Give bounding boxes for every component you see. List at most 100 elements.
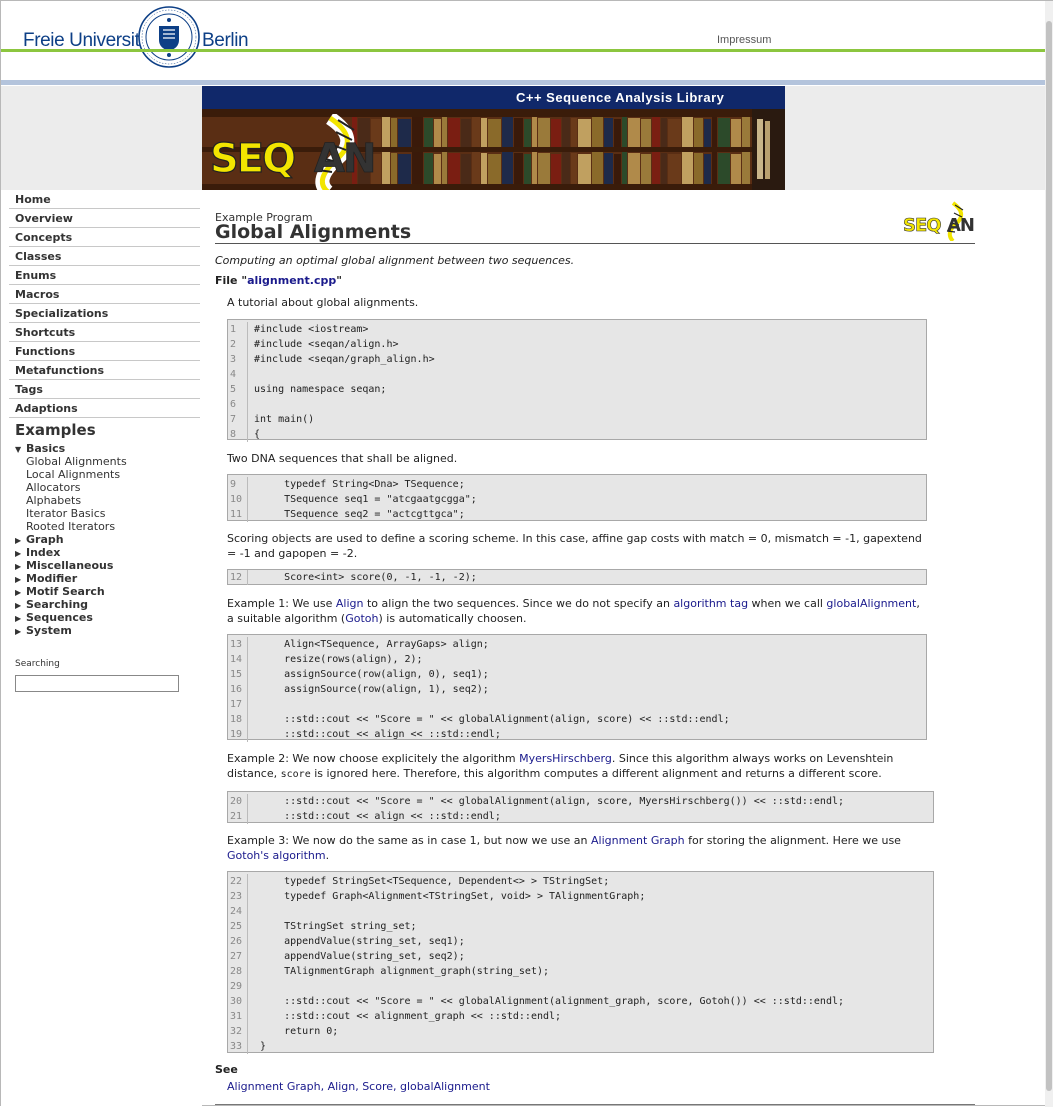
code-line: 16 assignSource(row(align, 1), seq2); [228, 682, 926, 697]
myers-hirschberg-link[interactable]: MyersHirschberg [519, 752, 612, 765]
code-line: 33 } [228, 1039, 933, 1054]
code-line: 23 typedef Graph<Alignment<TStringSet, v… [228, 889, 933, 904]
tree-group-motif-search[interactable]: ▶ Motif Search [15, 585, 200, 598]
code-line: 10 TSequence seq1 = "atcgaatgcgga"; [228, 492, 926, 507]
code-text: { [254, 429, 261, 440]
header-green-rule [1, 49, 1052, 52]
see-link-align[interactable]: Align [328, 1080, 356, 1093]
code-line: 9 typedef String<Dna> TSequence; [228, 477, 926, 492]
code-text: #include <seqan/graph_align.h> [254, 354, 435, 365]
code-text: TStringSet string_set; [254, 921, 417, 932]
banner-title-bar: C++ Sequence Analysis Library [202, 86, 785, 109]
align-link[interactable]: Align [336, 597, 364, 610]
nav-item-specializations[interactable]: Specializations [9, 304, 200, 323]
see-link-alignment-graph[interactable]: Alignment Graph [227, 1080, 321, 1093]
line-number: 7 [228, 412, 248, 427]
code-line: 28 TAlignmentGraph alignment_graph(strin… [228, 964, 933, 979]
tree-group-system[interactable]: ▶ System [15, 624, 200, 637]
code-text: ::std::cout << align << ::std::endl; [254, 811, 501, 822]
link-separator: , [320, 1080, 328, 1093]
code-text: ::std::cout << "Score = " << globalAlign… [254, 996, 845, 1007]
svg-text:SEQ: SEQ [210, 136, 294, 182]
example1-text-e: ) is automatically choosen. [378, 612, 527, 625]
search-input[interactable] [15, 675, 179, 692]
nav-item-macros[interactable]: Macros [9, 285, 200, 304]
line-number: 25 [228, 919, 248, 934]
example1-text-c: when we call [748, 597, 827, 610]
algorithm-tag-link[interactable]: algorithm tag [673, 597, 748, 610]
bottom-rule [215, 1104, 975, 1105]
line-number: 1 [228, 322, 248, 337]
tree-item-global-alignments[interactable]: Global Alignments [15, 455, 200, 468]
nav-item-metafunctions[interactable]: Metafunctions [9, 361, 200, 380]
line-number: 32 [228, 1024, 248, 1039]
gotoh-link[interactable]: Gotoh [345, 612, 378, 625]
file-link[interactable]: alignment.cpp [247, 274, 336, 287]
banner-title: C++ Sequence Analysis Library [516, 90, 725, 105]
example3-text-c: . [325, 849, 330, 862]
code-text: appendValue(string_set, seq2); [254, 951, 465, 962]
title-rule [215, 243, 975, 244]
nav-item-enums[interactable]: Enums [9, 266, 200, 285]
nav-item-shortcuts[interactable]: Shortcuts [9, 323, 200, 342]
see-link-score[interactable]: Score [362, 1080, 393, 1093]
code-line: 20 ::std::cout << "Score = " << globalAl… [228, 794, 933, 809]
line-number: 16 [228, 682, 248, 697]
code-text: int main() [254, 414, 315, 425]
tree-item-local-alignments[interactable]: Local Alignments [15, 468, 200, 481]
nav-item-tags[interactable]: Tags [9, 380, 200, 399]
see-links: Alignment Graph, Align, Score, globalAli… [227, 1080, 490, 1093]
code-line: 2 #include <seqan/align.h> [228, 337, 926, 352]
code-line: 13 Align<TSequence, ArrayGaps> align; [228, 637, 926, 652]
tree-item-rooted-iterators[interactable]: Rooted Iterators [15, 520, 200, 533]
tree-item-alphabets[interactable]: Alphabets [15, 494, 200, 507]
code-text: return 0; [254, 1026, 339, 1037]
line-number: 20 [228, 794, 248, 809]
tree-group-label: Graph [26, 533, 64, 546]
code-text: resize(rows(align), 2); [254, 654, 423, 665]
code-line: 11 TSequence seq2 = "actcgttgca"; [228, 507, 926, 522]
tree-group-searching[interactable]: ▶ Searching [15, 598, 200, 611]
line-number: 21 [228, 809, 248, 824]
tree-group-index[interactable]: ▶ Index [15, 546, 200, 559]
nav-item-functions[interactable]: Functions [9, 342, 200, 361]
line-number: 18 [228, 712, 248, 727]
tree-group-miscellaneous[interactable]: ▶ Miscellaneous [15, 559, 200, 572]
global-alignment-link[interactable]: globalAlignment [826, 597, 916, 610]
code-text: TSequence seq2 = "actcgttgca"; [254, 509, 465, 520]
seqan-small-logo-icon: SEQ AN [903, 201, 975, 241]
line-number: 13 [228, 637, 248, 652]
example2-text-a: Example 2: We now choose explicitely the… [227, 752, 520, 765]
seqan-banner: SEQ AN C++ Sequence Analysis Library [202, 86, 785, 190]
tree-group-label: Basics [26, 442, 66, 455]
see-link-globalalignment[interactable]: globalAlignment [400, 1080, 490, 1093]
intro-text: Computing an optimal global alignment be… [215, 254, 575, 267]
impressum-link[interactable]: Impressum [717, 34, 771, 46]
nav-item-adaptions[interactable]: Adaptions [9, 399, 200, 418]
line-number: 24 [228, 904, 248, 919]
line-number: 28 [228, 964, 248, 979]
nav-item-classes[interactable]: Classes [9, 247, 200, 266]
gotoh-algorithm-link[interactable]: Gotoh's algorithm [227, 849, 326, 862]
alignment-graph-link[interactable]: Alignment Graph [591, 834, 685, 847]
file-prefix: File " [215, 274, 248, 287]
nav-item-concepts[interactable]: Concepts [9, 228, 200, 247]
line-number: 4 [228, 367, 248, 382]
code-text: ::std::cout << alignment_graph << ::std:… [254, 1011, 562, 1022]
tree-item-allocators[interactable]: Allocators [15, 481, 200, 494]
line-number: 9 [228, 477, 248, 492]
university-seal-icon [138, 6, 200, 68]
tree-group-modifier[interactable]: ▶ Modifier [15, 572, 200, 585]
paragraph-example-1: Example 1: We use Align to align the two… [227, 596, 927, 626]
tree-group-graph[interactable]: ▶ Graph [15, 533, 200, 546]
tree-group-basics[interactable]: ▼ Basics [15, 442, 200, 455]
university-header: Freie Universität Berlin Impressum [1, 1, 1052, 86]
scrollbar-thumb[interactable] [1046, 21, 1052, 1091]
code-text: ::std::cout << "Score = " << globalAlign… [254, 714, 730, 725]
seqan-logo-icon: SEQ AN [210, 114, 377, 190]
tree-group-sequences[interactable]: ▶ Sequences [15, 611, 200, 624]
line-number: 17 [228, 697, 248, 712]
tree-item-iterator-basics[interactable]: Iterator Basics [15, 507, 200, 520]
nav-item-overview[interactable]: Overview [9, 209, 200, 228]
nav-item-home[interactable]: Home [9, 190, 200, 209]
